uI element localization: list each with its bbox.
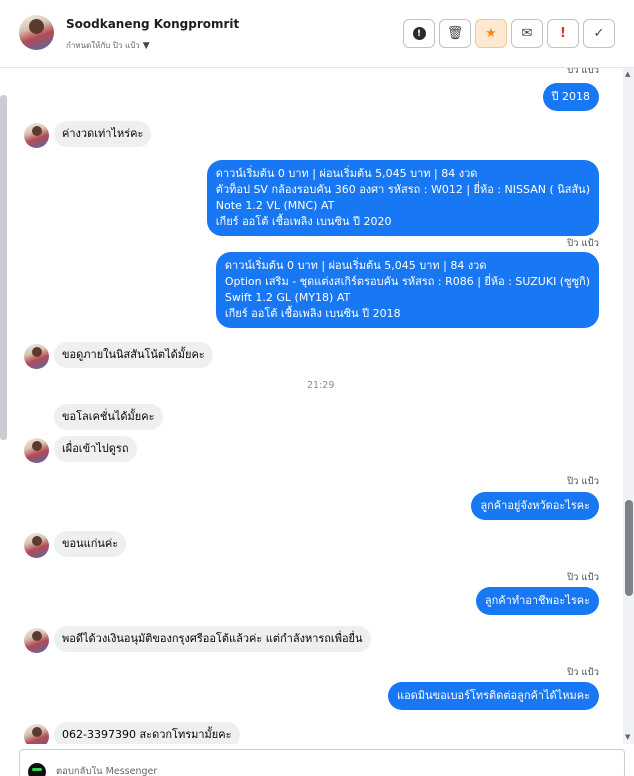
star-button[interactable]: ★ (475, 19, 507, 48)
sender-name: ปิว แป้ว (567, 667, 599, 678)
contact-avatar-small (24, 438, 49, 463)
outgoing-message[interactable]: ดาวน์เริ่มต้น 0 บาท | ผ่อนเริ่มต้น 5,045… (215, 252, 599, 328)
sender-name: ปิว แป้ว (567, 572, 599, 583)
incoming-message[interactable]: ขอดูภายในนิสสันโน้ตได้มั้ยคะ (54, 342, 213, 368)
spam-button[interactable]: ! (547, 19, 579, 48)
assign-label: กำหนดให้กับ ปิว แป้ว (66, 41, 140, 50)
outgoing-message[interactable]: ดาวน์เริ่มต้น 0 บาท | ผ่อนเริ่มต้น 5,045… (206, 160, 599, 236)
incoming-message[interactable]: ขอนแก่นค่ะ (54, 531, 127, 557)
incoming-message[interactable]: พอดีได้วงเงินอนุมัติของกรุงศรีออโต้แล้วค… (54, 626, 371, 652)
contact-avatar-small (24, 344, 49, 369)
scroll-up-icon[interactable]: ▲ (625, 70, 630, 78)
contact-avatar-small (24, 724, 49, 744)
page-avatar (28, 763, 46, 776)
info-icon: ! (412, 27, 426, 40)
sender-name: ปิว แป้ว (567, 476, 599, 487)
incoming-message[interactable]: ขอโลเคชั่นได้มั้ยคะ (54, 404, 163, 430)
timestamp: 21:29 (307, 380, 335, 391)
alert-icon: ! (560, 26, 566, 41)
trash-icon: 🗑 (446, 26, 464, 41)
done-button[interactable]: ✓ (583, 19, 615, 48)
mail-icon: ✉ (521, 26, 533, 41)
delete-button[interactable]: 🗑 (439, 19, 471, 48)
conversation-header: Soodkaneng Kongpromrit กำหนดให้กับ ปิว แ… (0, 0, 634, 68)
outgoing-message[interactable]: ปี 2018 (542, 83, 599, 111)
check-icon: ✓ (593, 26, 605, 41)
sender-name: ปิว แป้ว (567, 68, 599, 76)
info-button[interactable]: ! (403, 19, 435, 48)
reply-composer (19, 749, 625, 776)
outgoing-message[interactable]: แอดมินขอเบอร์โทรติดต่อลูกค้าได้ไหมคะ (387, 682, 599, 710)
left-panel-scrollbar[interactable] (0, 95, 7, 440)
contact-avatar[interactable] (19, 15, 54, 50)
contact-avatar-small (24, 123, 49, 148)
message-thread: ปิว แป้ว ปี 2018 ค่างวดเท่าไหร่คะ ดาวน์เ… (8, 68, 623, 744)
scrollbar-thumb[interactable] (625, 500, 633, 596)
thread-scrollbar[interactable] (623, 68, 634, 744)
chevron-down-icon: ▼ (142, 40, 150, 51)
contact-avatar-small (24, 628, 49, 653)
header-actions: ! 🗑 ★ ✉ ! ✓ (403, 19, 615, 48)
incoming-message[interactable]: เผื่อเข้าไปดูรถ (54, 436, 137, 462)
contact-name[interactable]: Soodkaneng Kongpromrit (66, 17, 239, 31)
incoming-message[interactable]: ค่างวดเท่าไหร่คะ (54, 121, 152, 147)
assign-dropdown[interactable]: กำหนดให้กับ ปิว แป้ว ▼ (66, 39, 150, 52)
incoming-message[interactable]: 062-3397390 สะดวกโทรมามั้ยคะ (54, 722, 240, 744)
sender-name: ปิว แป้ว (567, 238, 599, 249)
mail-button[interactable]: ✉ (511, 19, 543, 48)
outgoing-message[interactable]: ลูกค้าทำอาชีพอะไรคะ (475, 587, 599, 615)
outgoing-message[interactable]: ลูกค้าอยู่จังหวัดอะไรคะ (471, 492, 599, 520)
reply-input[interactable] (56, 766, 576, 776)
contact-avatar-small (24, 533, 49, 558)
scroll-down-icon[interactable]: ▼ (625, 733, 630, 741)
star-icon: ★ (485, 26, 497, 41)
